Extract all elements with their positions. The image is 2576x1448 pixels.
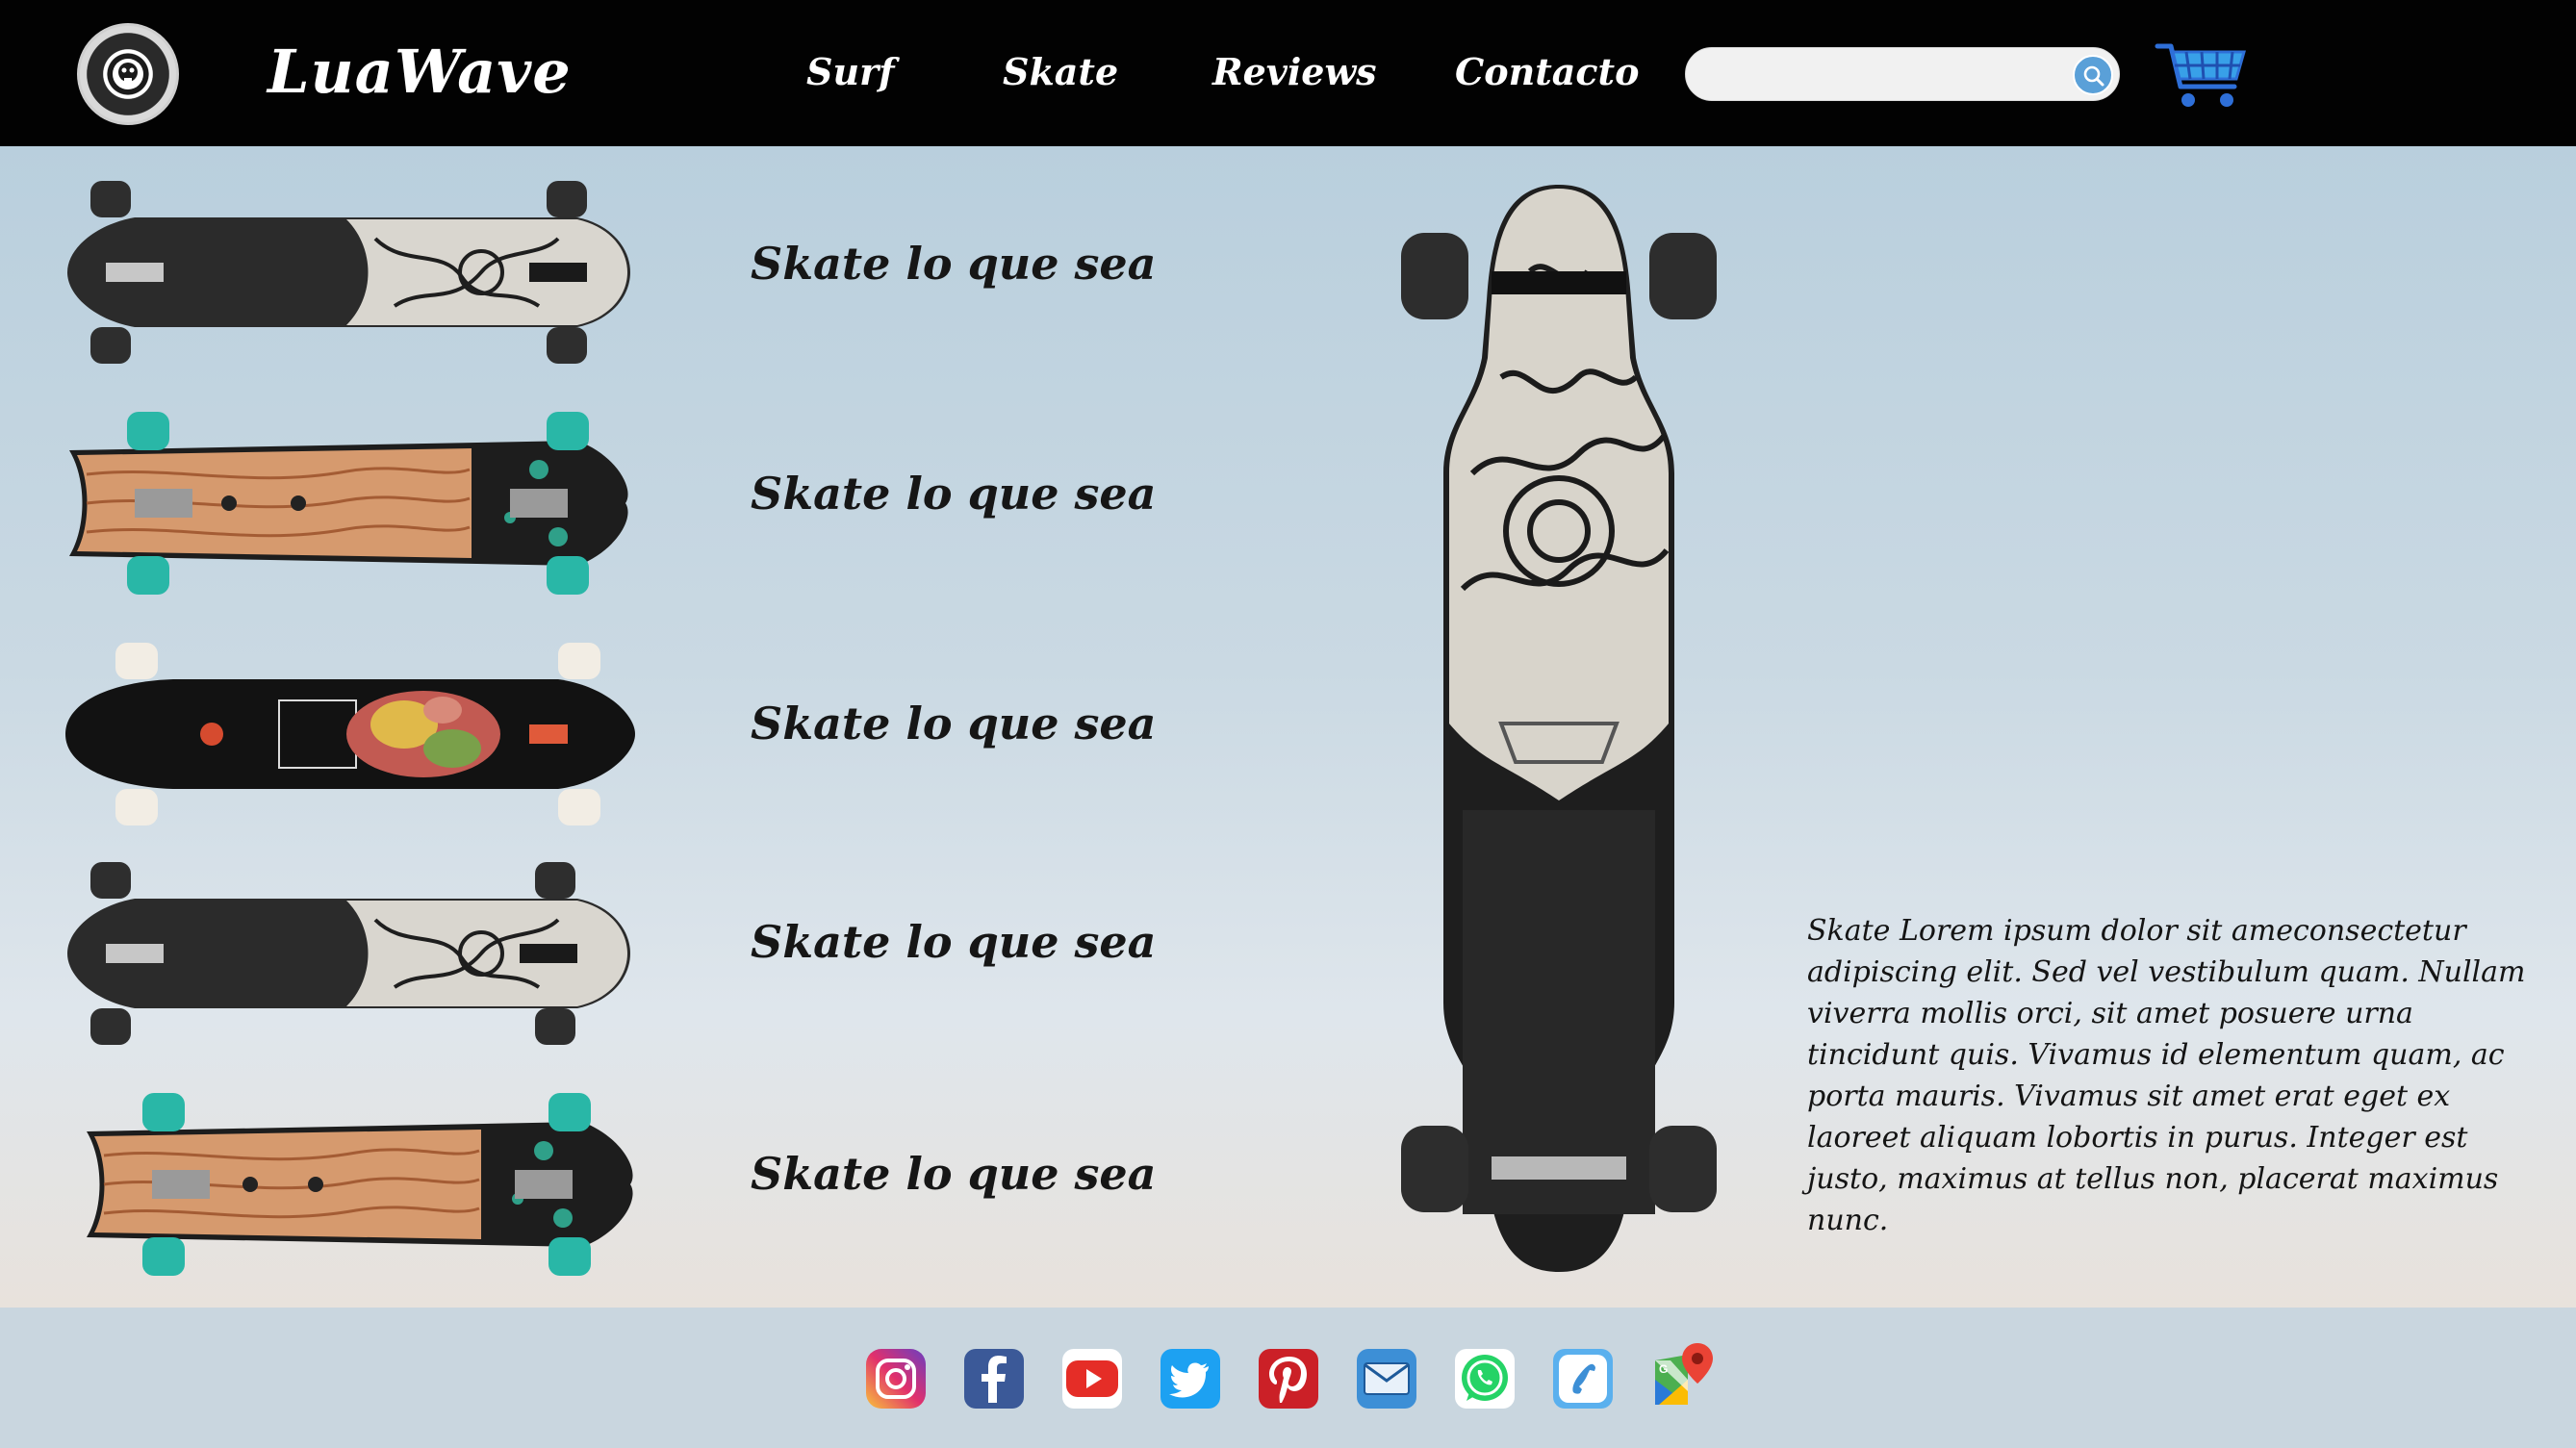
svg-text:G: G (1659, 1362, 1668, 1376)
search-input[interactable] (1709, 56, 2055, 94)
product-label-1[interactable]: Skate lo que sea (751, 225, 1156, 302)
cart-button[interactable] (2154, 37, 2250, 114)
search-icon (2083, 65, 2104, 87)
skateboard-image (67, 181, 630, 364)
nav-skate[interactable]: Skate (1003, 38, 1118, 106)
mail-icon[interactable] (1355, 1347, 1418, 1410)
shopping-cart-icon (2155, 43, 2246, 107)
product-label-4[interactable]: Skate lo que sea (751, 903, 1156, 980)
product-thumbnail-2[interactable] (58, 412, 635, 595)
search-bar (1685, 47, 2120, 101)
product-description: Skate Lorem ipsum dolor sit ameconsectet… (1807, 914, 2526, 1237)
product-thumbnail-4[interactable] (58, 862, 635, 1045)
product-label-5[interactable]: Skate lo que sea (751, 1135, 1156, 1212)
google-maps-icon[interactable]: G (1649, 1341, 1719, 1410)
nav-surf[interactable]: Surf (806, 38, 894, 106)
product-label-2[interactable]: Skate lo que sea (751, 455, 1156, 532)
skateboard-image (67, 862, 630, 1045)
nav-contacto[interactable]: Contacto (1455, 38, 1639, 106)
skateboard-image (69, 412, 628, 595)
youtube-icon[interactable] (1060, 1347, 1124, 1410)
featured-skateboard-image[interactable] (1386, 185, 1732, 1272)
search-button[interactable] (2073, 55, 2113, 95)
pinterest-icon[interactable] (1257, 1347, 1320, 1410)
product-thumbnail-3[interactable] (58, 643, 635, 826)
main-content: Skate lo que sea Skate lo que sea Skate … (0, 146, 2576, 1308)
skull-wheel-logo-icon[interactable] (77, 23, 179, 125)
whatsapp-icon[interactable] (1453, 1347, 1517, 1410)
phone-icon[interactable] (1551, 1347, 1615, 1410)
skateboard-image (65, 643, 635, 826)
twitter-icon[interactable] (1159, 1347, 1222, 1410)
product-thumbnail-5[interactable] (58, 1093, 635, 1276)
product-label-3[interactable]: Skate lo que sea (751, 685, 1156, 762)
brand-name[interactable]: LuaWave (268, 29, 572, 115)
facebook-icon[interactable] (962, 1347, 1026, 1410)
instagram-icon[interactable] (864, 1347, 928, 1410)
product-thumbnail-1[interactable] (58, 181, 635, 364)
site-header: LuaWave Surf Skate Reviews Contacto (0, 0, 2576, 146)
nav-reviews[interactable]: Reviews (1212, 38, 1377, 106)
skateboard-image (87, 1093, 633, 1276)
